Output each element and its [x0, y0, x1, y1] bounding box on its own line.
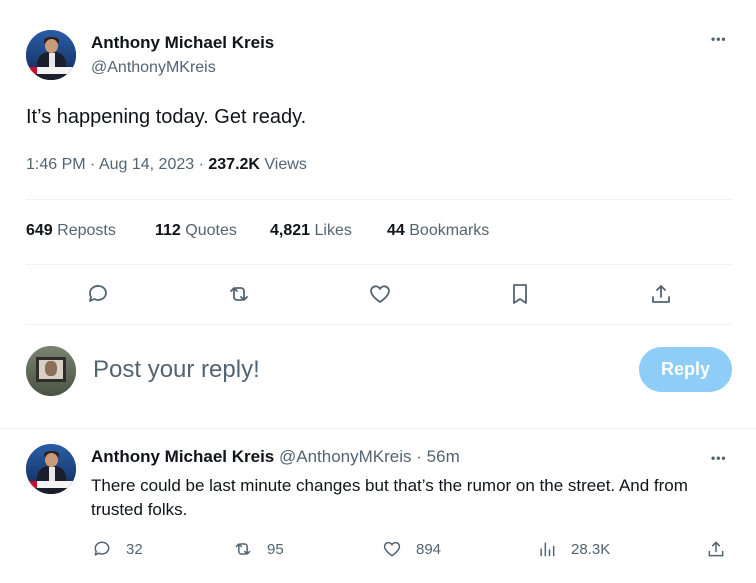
reply-reposts-count: 95	[267, 540, 284, 558]
reply-like-button[interactable]: 894	[382, 539, 441, 559]
reply-author-avatar[interactable]	[26, 444, 76, 494]
meta-separator: ·	[198, 156, 204, 173]
reply-repost-button[interactable]: 95	[233, 539, 284, 559]
repost-icon[interactable]	[225, 280, 253, 308]
author-handle[interactable]: @AnthonyMKreis	[91, 59, 216, 77]
reposts-stat[interactable]: 649 Reposts	[26, 222, 116, 240]
share-icon[interactable]	[647, 280, 675, 308]
reply-views-count: 28.3K	[571, 540, 611, 558]
reply-separator: ·	[416, 447, 422, 466]
analytics-icon	[540, 542, 555, 557]
author-name[interactable]: Anthony Michael Kreis	[91, 33, 274, 53]
quotes-stat[interactable]: 112 Quotes	[155, 222, 237, 240]
reply-likes-count: 894	[416, 540, 442, 558]
reply-share-button[interactable]	[706, 539, 726, 564]
reply-input[interactable]: Post your reply!	[93, 356, 260, 384]
views-label: Views	[264, 156, 307, 173]
more-options-icon[interactable]: •••	[711, 32, 727, 46]
reply-reply-button[interactable]: 32	[92, 539, 143, 559]
bookmarks-label: Bookmarks	[409, 222, 490, 239]
likes-label: Likes	[314, 222, 352, 239]
like-icon	[383, 541, 401, 557]
reply-icon[interactable]	[84, 280, 112, 308]
reply-replies-count: 32	[126, 540, 143, 558]
share-icon	[708, 541, 724, 557]
author-avatar[interactable]	[26, 30, 76, 80]
bookmarks-stat[interactable]: 44 Bookmarks	[387, 222, 489, 240]
reposts-count: 649	[26, 222, 53, 239]
quotes-label: Quotes	[185, 222, 237, 239]
reply-header: Anthony Michael Kreis @AnthonyMKreis · 5…	[91, 447, 460, 467]
tweet-time[interactable]: 1:46 PM	[26, 156, 86, 173]
my-avatar[interactable]	[26, 346, 76, 396]
tweet-meta: 1:46 PM · Aug 14, 2023 · 237.2K Views	[26, 156, 307, 174]
bookmarks-count: 44	[387, 222, 405, 239]
section-divider	[0, 428, 756, 429]
divider	[26, 264, 732, 265]
reply-button[interactable]: Reply	[639, 347, 732, 392]
likes-count: 4,821	[270, 222, 311, 239]
reply-views-button[interactable]: 28.3K	[537, 539, 610, 559]
bookmark-icon[interactable]	[506, 280, 534, 308]
reply-author-name[interactable]: Anthony Michael Kreis	[91, 447, 274, 466]
views-count: 237.2K	[208, 156, 260, 173]
divider	[26, 324, 732, 325]
reposts-label: Reposts	[57, 222, 116, 239]
reply-author-handle[interactable]: @AnthonyMKreis	[279, 447, 412, 466]
tweet-text: It’s happening today. Get ready.	[26, 106, 307, 128]
reply-text: There could be last minute changes but t…	[91, 476, 688, 519]
repost-icon	[235, 543, 251, 555]
likes-stat[interactable]: 4,821 Likes	[270, 222, 352, 240]
reply-more-options-icon[interactable]: •••	[711, 451, 727, 465]
divider	[26, 199, 732, 200]
meta-separator: ·	[90, 156, 96, 173]
like-icon[interactable]	[366, 280, 394, 308]
tweet-date[interactable]: Aug 14, 2023	[99, 156, 194, 173]
quotes-count: 112	[155, 222, 181, 239]
reply-icon	[94, 541, 110, 556]
reply-age[interactable]: 56m	[427, 447, 460, 466]
